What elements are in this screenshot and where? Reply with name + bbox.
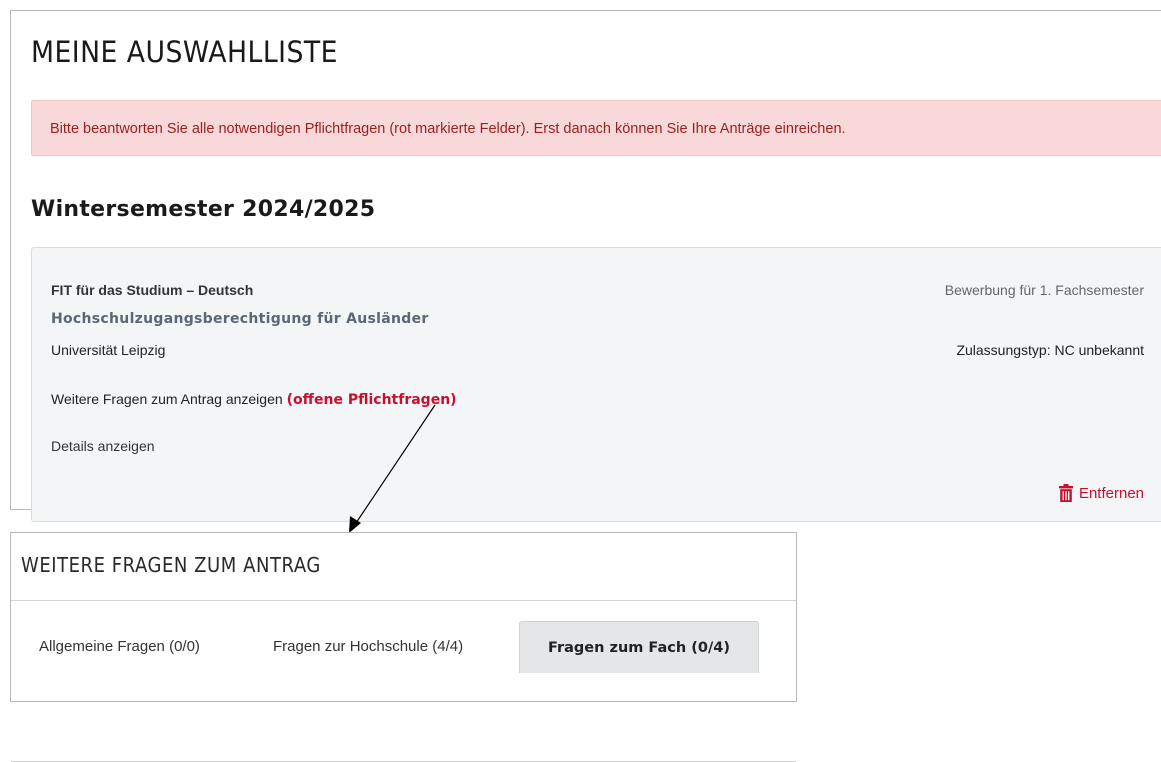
question-tabs: Allgemeine Fragen (0/0) Fragen zur Hochs…	[11, 621, 796, 762]
application-type: Bewerbung für 1. Fachsemester	[944, 282, 1144, 298]
semester-heading: Wintersemester 2024/2025	[31, 197, 376, 222]
page-title: MEINE AUSWAHLLISTE	[31, 35, 338, 69]
open-questions-badge: (offene Pflichtfragen)	[286, 392, 457, 408]
tab-general-questions[interactable]: Allgemeine Fragen (0/0)	[39, 621, 200, 673]
more-questions-link[interactable]: Weitere Fragen zum Antrag anzeigen (offen…	[51, 391, 457, 408]
university-name: Universität Leipzig	[51, 342, 166, 358]
additional-questions-panel: WEITERE FRAGEN ZUM ANTRAG Allgemeine Fra…	[10, 532, 797, 762]
remove-label: Entfernen	[1078, 484, 1144, 502]
trash-icon	[1058, 484, 1074, 502]
course-name: FIT für das Studium – Deutsch	[51, 282, 254, 298]
selection-list-panel: MEINE AUSWAHLLISTE Bitte beantworten Sie…	[10, 10, 1161, 522]
tab-subject-questions[interactable]: Fragen zum Fach (0/4)	[519, 621, 759, 673]
more-questions-label: Weitere Fragen zum Antrag anzeigen	[51, 391, 283, 407]
panel-divider	[11, 600, 796, 601]
required-questions-alert: Bitte beantworten Sie alle notwendigen P…	[31, 100, 1161, 156]
tab-university-questions[interactable]: Fragen zur Hochschule (4/4)	[273, 621, 463, 673]
admission-type: Zulassungstyp: NC unbekannt	[956, 342, 1144, 358]
panel-title: WEITERE FRAGEN ZUM ANTRAG	[21, 553, 321, 577]
remove-button[interactable]: Entfernen	[1058, 484, 1144, 502]
application-card: FIT für das Studium – Deutsch Hochschulz…	[31, 247, 1161, 522]
details-link[interactable]: Details anzeigen	[51, 438, 155, 454]
qualification-label: Hochschulzugangsberechtigung für Ausländ…	[51, 311, 429, 327]
